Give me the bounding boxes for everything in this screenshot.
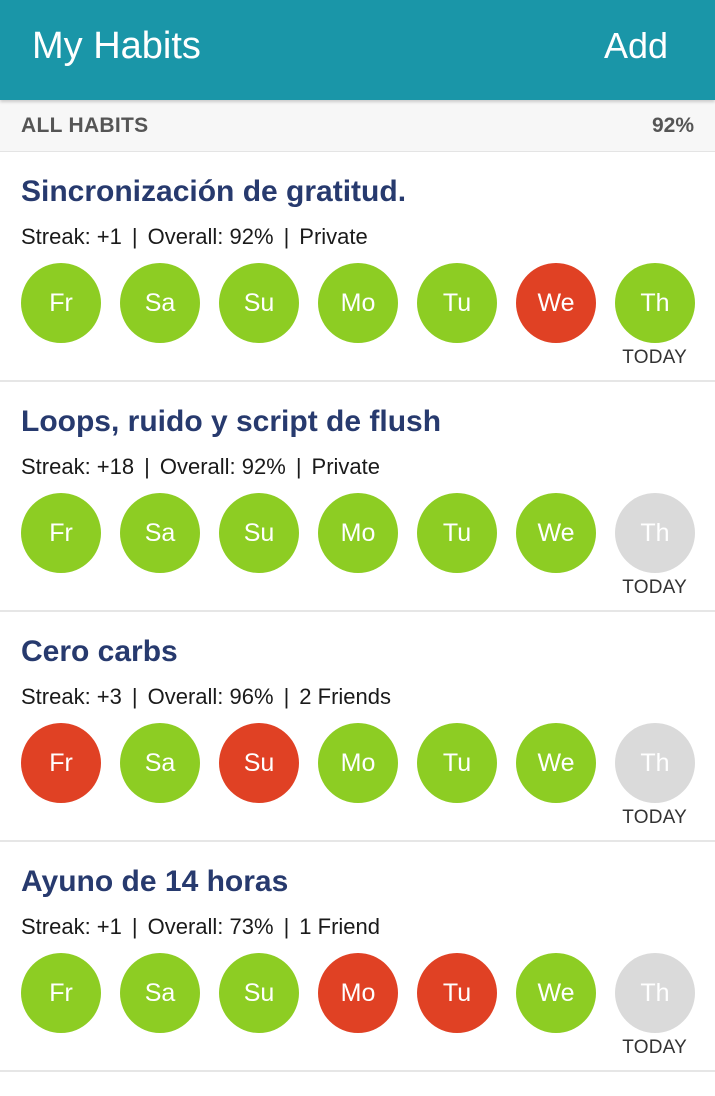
habit-overall: Overall: 73% — [147, 914, 274, 939]
day-checkins: Fr Sa Su Mo Tu We Th — [21, 493, 701, 573]
all-habits-summary: ALL HABITS 92% — [0, 100, 715, 152]
day-checkin[interactable]: Th — [615, 493, 695, 573]
habit-stats: Streak: +18 | Overall: 92% | Private — [21, 454, 380, 480]
habit-visibility: 1 Friend — [299, 914, 380, 939]
all-habits-label: ALL HABITS — [21, 114, 149, 137]
meta-separator: | — [295, 454, 302, 479]
page-title: My Habits — [32, 25, 201, 67]
meta-separator: | — [144, 454, 150, 479]
day-checkin[interactable]: Tu — [417, 493, 497, 573]
meta-separator: | — [131, 224, 138, 249]
habit-overall: Overall: 92% — [159, 454, 286, 479]
day-checkin[interactable]: We — [516, 493, 596, 573]
day-checkin[interactable]: Sa — [120, 493, 200, 573]
add-habit-button[interactable]: Add — [604, 23, 668, 69]
day-checkin[interactable]: Th — [615, 723, 695, 803]
habit-card[interactable]: Cero carbs Streak: +3 | Overall: 96% | 2 Fri… — [0, 612, 715, 842]
day-checkin[interactable]: Su — [219, 263, 299, 343]
habit-card[interactable]: Loops, ruido y script de flush Streak: +… — [0, 382, 715, 612]
day-checkin[interactable]: Tu — [417, 953, 497, 1033]
day-checkin[interactable]: Th — [615, 263, 695, 343]
day-checkin[interactable]: Mo — [318, 953, 398, 1033]
day-checkin[interactable]: Sa — [120, 953, 200, 1033]
day-checkin[interactable]: Fr — [21, 723, 101, 803]
day-checkin[interactable]: Mo — [318, 263, 398, 343]
today-label: TODAY — [622, 807, 687, 828]
day-checkin[interactable]: Fr — [21, 263, 101, 343]
habit-visibility: Private — [311, 454, 381, 479]
meta-separator: | — [131, 684, 138, 709]
day-checkin[interactable]: We — [516, 723, 596, 803]
habit-card[interactable]: Ayuno de 14 horas Streak: +1 | Overall: 73… — [0, 842, 715, 1072]
habit-title[interactable]: Sincronización de gratitud. — [21, 175, 406, 209]
habit-visibility: 2 Friends — [299, 684, 391, 709]
habit-stats: Streak: +3 | Overall: 96% | 2 Friends — [21, 684, 391, 710]
day-checkin[interactable]: Th — [615, 953, 695, 1033]
habit-title[interactable]: Ayuno de 14 horas — [21, 865, 288, 899]
meta-separator: | — [283, 684, 290, 709]
habit-stats: Streak: +1 | Overall: 92% | Private — [21, 224, 368, 250]
day-checkin[interactable]: Su — [219, 723, 299, 803]
day-checkins: Fr Sa Su Mo Tu We Th — [21, 263, 701, 343]
day-checkin[interactable]: Mo — [318, 493, 398, 573]
habit-stats: Streak: +1 | Overall: 73% | 1 Friend — [21, 914, 380, 940]
habit-title[interactable]: Loops, ruido y script de flush — [21, 405, 441, 439]
meta-separator: | — [131, 914, 138, 939]
habit-title[interactable]: Cero carbs — [21, 635, 178, 669]
day-checkin[interactable]: Su — [219, 493, 299, 573]
habit-overall: Overall: 96% — [147, 684, 274, 709]
habit-streak: Streak: +18 — [21, 454, 135, 479]
all-habits-percentage: 92% — [651, 114, 694, 137]
today-label: TODAY — [622, 577, 687, 598]
habit-list: Sincronización de gratitud. Streak: +1 | O… — [0, 152, 715, 1072]
today-label: TODAY — [622, 347, 687, 368]
day-checkin[interactable]: Sa — [120, 263, 200, 343]
meta-separator: | — [283, 224, 290, 249]
day-checkin[interactable]: We — [516, 953, 596, 1033]
day-checkin[interactable]: Tu — [417, 263, 497, 343]
day-checkin[interactable]: Su — [219, 953, 299, 1033]
day-checkins: Fr Sa Su Mo Tu We Th — [21, 723, 701, 803]
app-bar: My Habits Add — [0, 0, 715, 100]
day-checkin[interactable]: Tu — [417, 723, 497, 803]
day-checkin[interactable]: We — [516, 263, 596, 343]
habit-visibility: Private — [299, 224, 368, 249]
day-checkin[interactable]: Fr — [21, 493, 101, 573]
day-checkin[interactable]: Mo — [318, 723, 398, 803]
day-checkin[interactable]: Sa — [120, 723, 200, 803]
habit-streak: Streak: +3 — [21, 684, 122, 709]
today-label: TODAY — [622, 1037, 687, 1058]
meta-separator: | — [283, 914, 290, 939]
habit-card[interactable]: Sincronización de gratitud. Streak: +1 | O… — [0, 152, 715, 382]
day-checkins: Fr Sa Su Mo Tu We Th — [21, 953, 701, 1033]
habit-streak: Streak: +1 — [21, 914, 122, 939]
habit-streak: Streak: +1 — [21, 224, 122, 249]
day-checkin[interactable]: Fr — [21, 953, 101, 1033]
habit-overall: Overall: 92% — [147, 224, 274, 249]
